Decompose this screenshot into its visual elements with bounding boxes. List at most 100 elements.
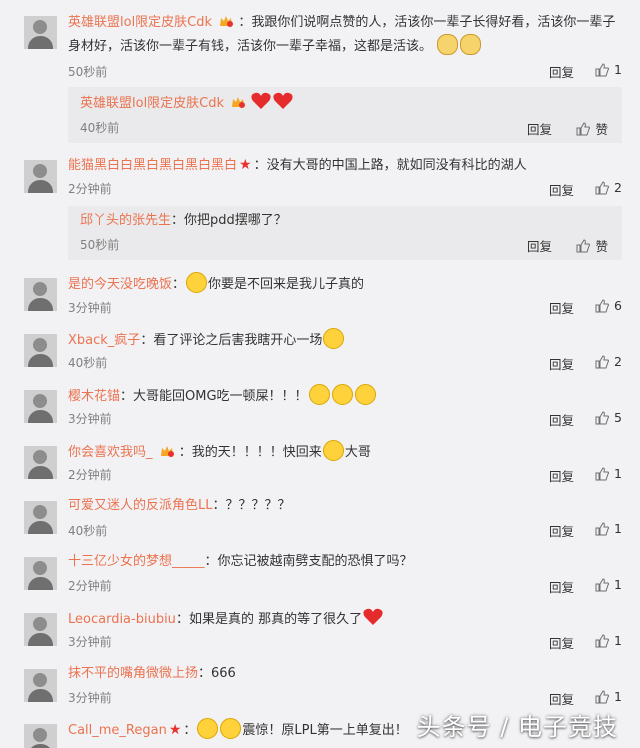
subreply-item: 英雄联盟lol限定皮肤Cdk 40秒前 回复 赞 [68,87,622,143]
avatar[interactable] [24,390,57,423]
heart-emoji-icon [251,92,271,109]
like-button[interactable]: 赞 [576,119,608,138]
cat-emoji-icon [460,34,482,55]
like-button[interactable]: 1 [595,521,622,536]
reply-button[interactable]: 回复 [527,236,552,255]
comment-time: 50秒前 [68,65,108,79]
like-button[interactable]: 1 [595,689,622,704]
avatar[interactable] [24,501,57,534]
vip-badge-icon [232,97,246,108]
comment-time: 2分钟前 [68,468,112,482]
subreply-item: 邱丫头的张先生：你把pdd摆哪了？ 50秒前 回复 赞 [68,206,622,260]
watermark: 头条号 / 电子竞技 [416,713,618,741]
like-button[interactable]: 1 [595,466,622,481]
username[interactable]: Leocardia-biubiu [68,612,176,627]
thumbs-up-icon [595,298,610,312]
thumbs-up-icon [595,521,610,535]
comment-text: 十三亿少女的梦想_____：你忘记被越南劈支配的恐惧了吗？ [68,554,413,569]
heart-emoji-icon [273,92,293,109]
comment-text: 樱木花锚：大哥能回OMG吃一顿屎！！！ [68,384,622,408]
avatar[interactable] [24,446,57,479]
avatar[interactable] [24,724,57,748]
reply-button[interactable]: 回复 [549,689,574,708]
sad-emoji-icon [323,328,345,349]
avatar[interactable] [24,334,57,367]
crying-emoji-icon [322,440,344,461]
username[interactable]: 樱木花锚 [68,389,120,404]
username[interactable]: 抹不平的嘴角微微上扬 [68,666,198,681]
avatar[interactable] [24,160,57,193]
avatar[interactable] [24,613,57,646]
reply-button[interactable]: 回复 [549,298,574,317]
reply-button[interactable]: 回复 [527,119,552,138]
reply-button[interactable]: 回复 [549,354,574,373]
reply-button[interactable]: 回复 [549,62,574,81]
comment-text: 是的今天没吃晚饭： 你要是不回来是我儿子真的 [68,272,622,296]
comment-time: 2分钟前 [68,579,112,593]
reply-button[interactable]: 回复 [549,521,574,540]
vip-badge-icon [160,446,174,457]
star-badge-icon: ★ [239,157,252,173]
star-badge-icon: ★ [168,722,182,738]
thumbs-up-icon [595,466,610,480]
penguin-emoji-icon [220,718,242,739]
reply-button[interactable]: 回复 [549,577,574,596]
thumbs-up-icon [595,577,610,591]
avatar[interactable] [24,669,57,702]
like-button[interactable]: 6 [595,298,622,313]
avatar[interactable] [24,557,57,590]
username[interactable]: 十三亿少女的梦想_____ [68,554,205,569]
thumbs-up-icon [576,238,591,252]
vip-badge-icon [220,16,234,27]
comment-text: 你会喜欢我吗_ ：我的天！！！！快回来 大哥 [68,440,622,464]
reply-button[interactable]: 回复 [549,466,574,485]
reply-button[interactable]: 回复 [549,633,574,652]
comment-time: 2分钟前 [68,182,112,196]
like-button[interactable]: 2 [595,180,622,195]
heart-emoji-icon [363,608,383,625]
comment-text: 抹不平的嘴角微微上扬：666 [68,666,236,681]
username[interactable]: Xback_疯子 [68,333,140,348]
worried-emoji-icon [308,384,330,405]
like-button[interactable]: 1 [595,577,622,592]
avatar[interactable] [24,16,57,49]
thumbs-up-icon [595,633,610,647]
cat-emoji-icon [437,34,459,55]
comment-time: 40秒前 [68,524,108,538]
worried-emoji-icon [331,384,353,405]
comment-feed: 英雄联盟lol限定皮肤Cdk ：我跟你们说啊点赞的人，活该你一辈子长得好看，活该… [0,0,640,748]
username[interactable]: 可爱又迷人的反派角色LL [68,498,213,513]
username[interactable]: 你会喜欢我吗_ [68,445,153,460]
penguin-emoji-icon [197,718,219,739]
thumbs-up-icon [595,689,610,703]
thumbs-up-icon [595,410,610,424]
like-button[interactable]: 1 [595,62,622,77]
comment-time: 3分钟前 [68,635,112,649]
username[interactable]: 英雄联盟lol限定皮肤Cdk [68,15,212,30]
reply-button[interactable]: 回复 [549,410,574,429]
worried-emoji-icon [354,384,376,405]
smile-emoji-icon [186,272,208,293]
comment-text: 可爱又迷人的反派角色LL：？？？？？ [68,498,291,513]
username[interactable]: 英雄联盟lol限定皮肤Cdk [80,96,224,111]
avatar[interactable] [24,278,57,311]
reply-button[interactable]: 回复 [549,180,574,199]
comment-text: 英雄联盟lol限定皮肤Cdk ：我跟你们说啊点赞的人，活该你一辈子长得好看，活该… [68,15,616,55]
comment-text: 能猫黑白白黑白黑白黑白黑白 ★ ：没有大哥的中国上路，就如同没有科比的湖人 [68,157,527,173]
username[interactable]: Call_me_Regan [68,723,167,738]
like-button[interactable]: 1 [595,633,622,648]
thumbs-up-icon [595,180,610,194]
comment-time: 40秒前 [80,121,120,135]
comment-time: 50秒前 [80,238,120,252]
thumbs-up-icon [595,354,610,368]
like-button[interactable]: 5 [595,410,622,425]
username[interactable]: 是的今天没吃晚饭 [68,277,172,292]
username[interactable]: 邱丫头的张先生 [80,213,171,228]
like-button[interactable]: 赞 [576,236,608,255]
like-button[interactable]: 2 [595,354,622,369]
username[interactable]: 能猫黑白白黑白黑白黑白黑白 [68,158,237,173]
comment-text: Leocardia-biubiu：如果是真的 那真的等了很久了 [68,607,622,631]
comment-time: 40秒前 [68,356,108,370]
comment-time: 3分钟前 [68,412,112,426]
thumbs-up-icon [576,121,591,135]
